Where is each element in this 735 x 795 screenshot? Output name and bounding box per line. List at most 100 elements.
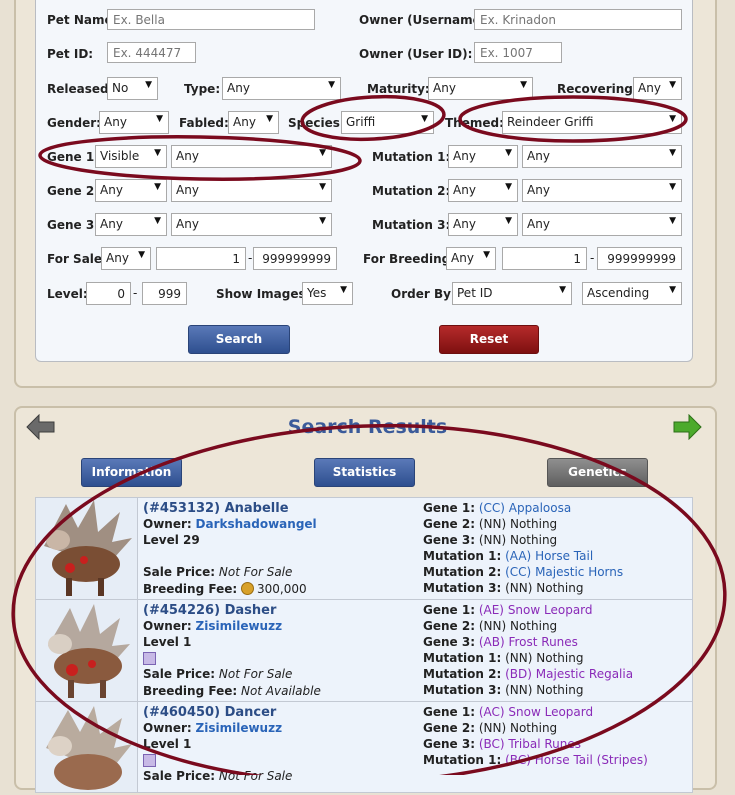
gene2-select[interactable]: Any ▼ bbox=[171, 179, 332, 202]
mutation2-select[interactable]: Any ▼ bbox=[522, 179, 682, 202]
gene1-mode-select[interactable]: Visible ▼ bbox=[95, 145, 167, 168]
pet-image[interactable] bbox=[36, 702, 138, 792]
gene-label: Mutation 3: bbox=[423, 683, 502, 697]
gene-label: Mutation 1: bbox=[423, 651, 502, 665]
mutation1-mode-value: Any bbox=[453, 149, 476, 163]
owner-link[interactable]: Zisimilewuzz bbox=[196, 619, 283, 633]
pet-name-input[interactable] bbox=[107, 9, 315, 30]
gene-name: Nothing bbox=[509, 533, 558, 547]
gene-name: Nothing bbox=[536, 683, 584, 697]
pet-image[interactable] bbox=[36, 600, 138, 701]
search-button[interactable]: Search bbox=[188, 325, 290, 354]
order-by-value: Pet ID bbox=[457, 286, 493, 300]
owner-user-id-input[interactable] bbox=[474, 42, 562, 63]
breeding-fee-value: Not Available bbox=[240, 684, 321, 698]
gene3-select[interactable]: Any ▼ bbox=[171, 213, 332, 236]
type-label: Type: bbox=[184, 82, 221, 96]
dropdown-arrow-icon: ▼ bbox=[669, 182, 676, 192]
mutation2-mode-select[interactable]: Any ▼ bbox=[448, 179, 518, 202]
mutation3-mode-value: Any bbox=[453, 217, 476, 231]
gene3-mode-select[interactable]: Any ▼ bbox=[95, 213, 167, 236]
maturity-label: Maturity: bbox=[367, 82, 430, 96]
pet-image[interactable] bbox=[36, 498, 138, 599]
tab-genetics[interactable]: Genetics bbox=[547, 458, 648, 487]
show-images-value: Yes bbox=[307, 286, 327, 300]
dropdown-arrow-icon: ▼ bbox=[154, 148, 161, 158]
pet-level: Level 1 bbox=[143, 737, 191, 751]
owner-link[interactable]: Darkshadowangel bbox=[196, 517, 317, 531]
show-images-select[interactable]: Yes ▼ bbox=[302, 282, 353, 305]
mutation3-select[interactable]: Any ▼ bbox=[522, 213, 682, 236]
gender-value: Any bbox=[104, 115, 127, 129]
previous-page-arrow-icon[interactable] bbox=[26, 414, 56, 440]
maturity-value: Any bbox=[433, 81, 456, 95]
reset-button[interactable]: Reset bbox=[439, 325, 539, 354]
released-select[interactable]: No ▼ bbox=[107, 77, 158, 100]
breeding-fee-value: 300,000 bbox=[256, 582, 307, 596]
for-sale-value: Any bbox=[106, 251, 129, 265]
griffi-pet-icon bbox=[44, 500, 132, 596]
species-select[interactable]: Griffi ▼ bbox=[341, 111, 434, 134]
pet-id-input[interactable] bbox=[107, 42, 196, 63]
mutation1-mode-select[interactable]: Any ▼ bbox=[448, 145, 518, 168]
for-breeding-value: Any bbox=[451, 251, 474, 265]
dropdown-arrow-icon: ▼ bbox=[505, 216, 512, 226]
gene-name: Majestic Horns bbox=[535, 565, 624, 579]
tab-information[interactable]: Information bbox=[81, 458, 182, 487]
gender-select[interactable]: Any ▼ bbox=[99, 111, 169, 134]
sale-price-value: Not For Sale bbox=[218, 667, 293, 681]
gene-name: Frost Runes bbox=[508, 635, 578, 649]
fabled-value: Any bbox=[233, 115, 256, 129]
mutation3-mode-select[interactable]: Any ▼ bbox=[448, 213, 518, 236]
mutation1-select[interactable]: Any ▼ bbox=[522, 145, 682, 168]
sale-price-label: Sale Price: bbox=[143, 565, 216, 579]
level-max-input[interactable] bbox=[142, 282, 187, 305]
gene1-mode-value: Visible bbox=[100, 149, 140, 163]
gene-line: Gene 2: (NN) Nothing bbox=[423, 517, 557, 531]
for-breeding-min-input[interactable] bbox=[502, 247, 587, 270]
gene-code: (NN) bbox=[478, 721, 507, 735]
maturity-select[interactable]: Any ▼ bbox=[428, 77, 533, 100]
search-results-title: Search Results bbox=[287, 416, 448, 438]
order-by-select[interactable]: Pet ID ▼ bbox=[452, 282, 572, 305]
level-min-input[interactable] bbox=[86, 282, 131, 305]
type-select[interactable]: Any ▼ bbox=[222, 77, 341, 100]
owner-username-input[interactable] bbox=[474, 9, 682, 30]
dropdown-arrow-icon: ▼ bbox=[669, 114, 676, 124]
next-page-arrow-icon[interactable] bbox=[672, 414, 702, 440]
for-breeding-select[interactable]: Any ▼ bbox=[446, 247, 496, 270]
search-form-panel: Pet Name: Owner (Username): Pet ID: Owne… bbox=[35, 0, 693, 362]
pet-level: Level 29 bbox=[143, 533, 200, 547]
mutation1-label: Mutation 1: bbox=[372, 150, 451, 164]
pet-id-name-link[interactable]: (#453132) Anabelle bbox=[143, 501, 289, 516]
type-value: Any bbox=[227, 81, 250, 95]
pet-id-name-link[interactable]: (#460450) Dancer bbox=[143, 705, 276, 720]
gene-code: (AB) bbox=[478, 635, 505, 649]
gene-label: Gene 3: bbox=[423, 533, 475, 547]
gene-line: Gene 1: (CC) Appaloosa bbox=[423, 501, 571, 515]
themed-select[interactable]: Reindeer Griffi ▼ bbox=[502, 111, 682, 134]
pet-status-icon bbox=[143, 754, 156, 767]
gene-code: (NN) bbox=[505, 581, 533, 595]
gene-name: Nothing bbox=[509, 619, 558, 633]
griffi-pet-icon bbox=[48, 604, 130, 698]
mutation2-label: Mutation 2: bbox=[372, 184, 451, 198]
for-sale-min-input[interactable] bbox=[156, 247, 246, 270]
owner-label: Owner: bbox=[143, 517, 192, 531]
gene-name: Snow Leopard bbox=[508, 705, 594, 719]
released-value: No bbox=[112, 81, 129, 95]
pet-id-name-link[interactable]: (#454226) Dasher bbox=[143, 603, 276, 618]
gene1-select[interactable]: Any ▼ bbox=[171, 145, 332, 168]
for-sale-max-input[interactable] bbox=[253, 247, 337, 270]
for-breeding-max-input[interactable] bbox=[597, 247, 682, 270]
gene2-mode-select[interactable]: Any ▼ bbox=[95, 179, 167, 202]
recovering-select[interactable]: Any ▼ bbox=[633, 77, 682, 100]
tab-statistics[interactable]: Statistics bbox=[314, 458, 415, 487]
for-sale-select[interactable]: Any ▼ bbox=[101, 247, 151, 270]
gene2-label: Gene 2: bbox=[47, 184, 99, 198]
fabled-select[interactable]: Any ▼ bbox=[228, 111, 279, 134]
owner-link[interactable]: Zisimilewuzz bbox=[196, 721, 283, 735]
order-direction-select[interactable]: Ascending ▼ bbox=[582, 282, 682, 305]
sale-price-line: Sale Price: Not For Sale bbox=[143, 667, 292, 681]
gene-label: Mutation 1: bbox=[423, 549, 502, 563]
